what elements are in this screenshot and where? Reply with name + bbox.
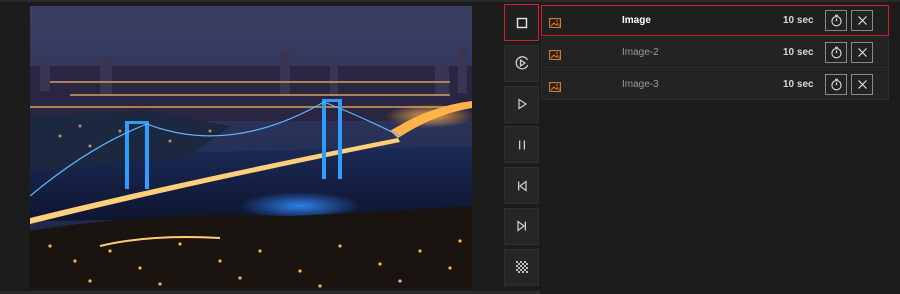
stopwatch-icon xyxy=(830,46,842,59)
play-button[interactable] xyxy=(504,85,539,123)
close-icon xyxy=(857,16,867,25)
set-duration-button[interactable] xyxy=(825,10,847,31)
stop-button[interactable] xyxy=(504,4,539,41)
previous-button[interactable] xyxy=(504,167,539,205)
playlist-item[interactable]: Image 10 sec xyxy=(541,5,889,36)
top-divider xyxy=(0,0,900,2)
image-icon xyxy=(549,15,561,33)
remove-item-button[interactable] xyxy=(851,10,873,31)
square-icon xyxy=(516,17,527,28)
playlist-item-duration: 10 sec xyxy=(783,47,814,58)
next-button[interactable] xyxy=(504,207,539,245)
playlist-item[interactable]: Image-3 10 sec xyxy=(541,69,889,100)
playlist-item-duration: 10 sec xyxy=(783,79,814,90)
play-icon xyxy=(517,98,527,110)
play-timed-button[interactable] xyxy=(504,44,539,82)
skip-back-icon xyxy=(517,179,527,192)
set-duration-button[interactable] xyxy=(825,74,847,95)
playlist-item-duration: 10 sec xyxy=(783,15,814,26)
playlist: Image 10 sec Image-2 10 sec Image-3 10 s… xyxy=(541,5,889,101)
playlist-item-name: Image xyxy=(622,15,651,26)
media-player-panel: Image 10 sec Image-2 10 sec Image-3 10 s… xyxy=(0,0,900,294)
checker-icon xyxy=(515,261,528,274)
close-icon xyxy=(857,48,867,57)
pause-button[interactable] xyxy=(504,126,539,164)
stopwatch-icon xyxy=(830,78,842,91)
playlist-item-name: Image-2 xyxy=(622,47,659,58)
remove-item-button[interactable] xyxy=(851,74,873,95)
pause-icon xyxy=(518,140,525,150)
pattern-button[interactable] xyxy=(504,248,539,286)
close-icon xyxy=(857,80,867,89)
playlist-item-name: Image-3 xyxy=(622,79,659,90)
image-icon xyxy=(549,79,561,97)
stopwatch-icon xyxy=(830,14,842,27)
playback-controls xyxy=(504,4,540,290)
remove-item-button[interactable] xyxy=(851,42,873,63)
playlist-item[interactable]: Image-2 10 sec xyxy=(541,37,889,68)
set-duration-button[interactable] xyxy=(825,42,847,63)
skip-forward-icon xyxy=(516,220,526,233)
play-circle-icon xyxy=(515,56,528,70)
night-city-bridge-image xyxy=(30,6,472,289)
image-preview xyxy=(30,6,472,289)
image-icon xyxy=(549,47,561,65)
